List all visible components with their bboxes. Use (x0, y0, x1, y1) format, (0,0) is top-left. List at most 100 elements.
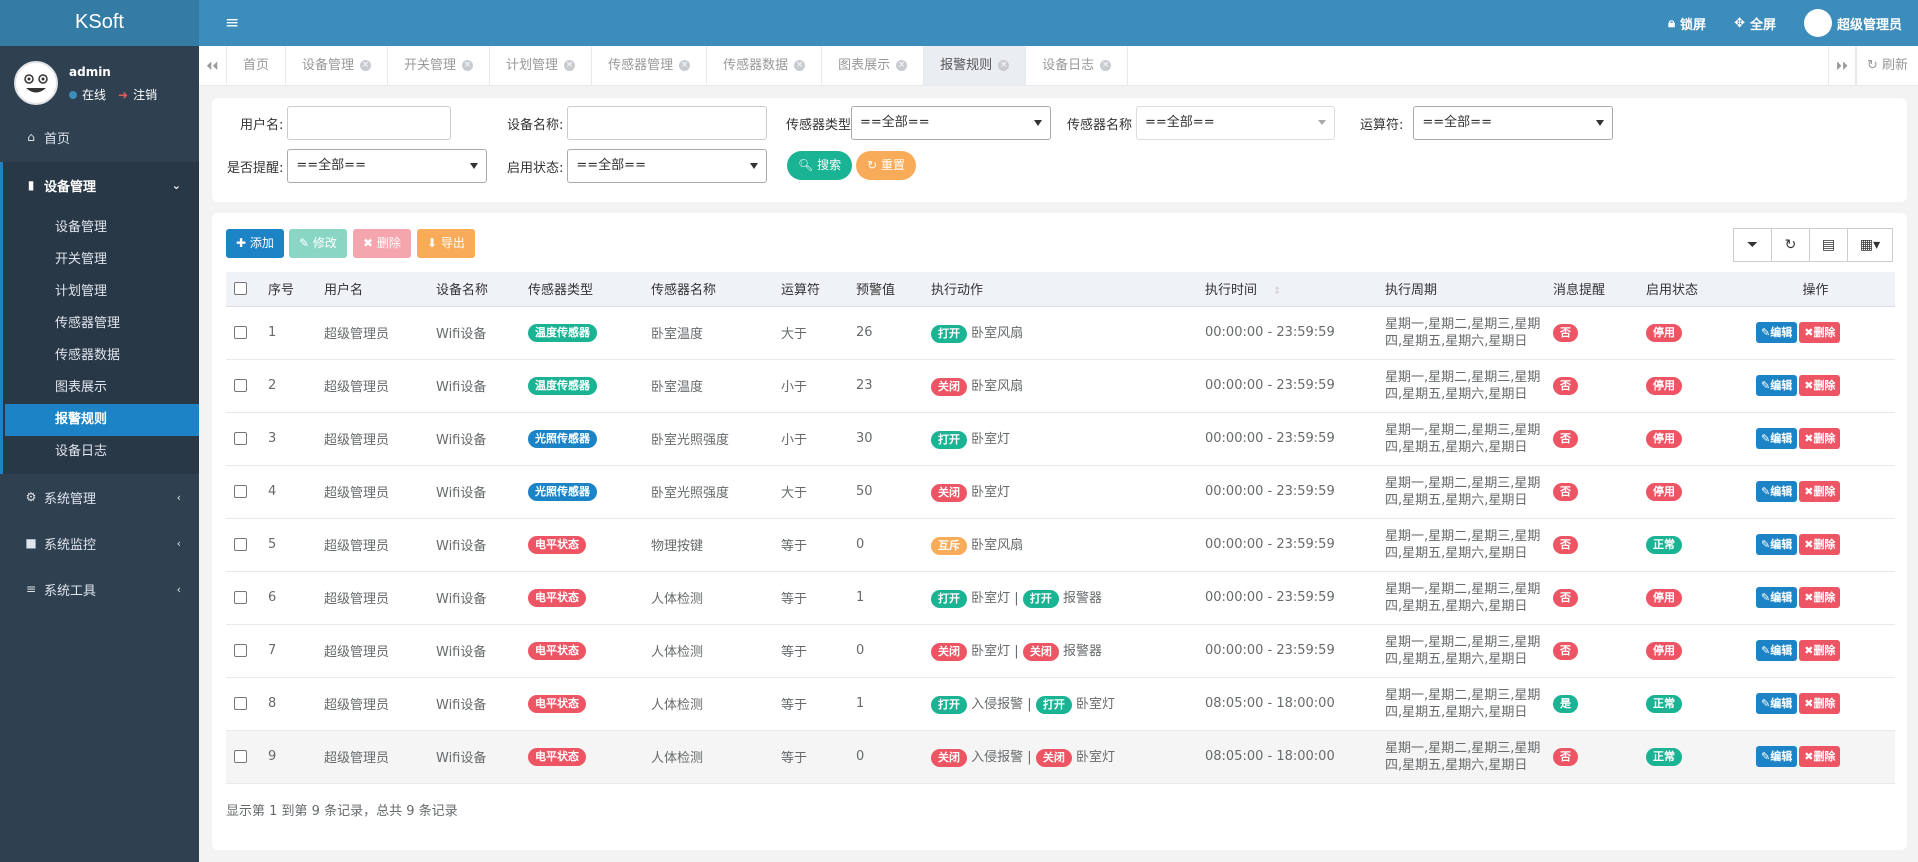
row-edit-button[interactable]: ✎编辑 (1756, 693, 1798, 714)
row-edit-button[interactable]: ✎编辑 (1756, 746, 1798, 767)
row-delete-button[interactable]: ✖删除 (1799, 322, 1841, 343)
tab-home[interactable]: 首页 (227, 46, 287, 85)
sub-item-switch[interactable]: 开关管理 (3, 244, 199, 276)
row-delete-button[interactable]: ✖删除 (1799, 640, 1841, 661)
sub-item-device[interactable]: 设备管理 (3, 212, 199, 244)
logout-link[interactable]: 注销 (133, 86, 157, 103)
sub-item-sensor-data[interactable]: 传感器数据 (3, 340, 199, 372)
tabs-scroll-right-icon[interactable]: ⏵⏵ (1827, 46, 1856, 85)
close-icon[interactable]: × (1100, 60, 1112, 71)
tab-switch[interactable]: 开关管理 × (388, 46, 491, 85)
row-delete-button[interactable]: ✖删除 (1799, 534, 1841, 555)
sensor-name-select[interactable]: ==全部== (1136, 106, 1336, 140)
table-row[interactable]: 2 超级管理员 Wifi设备 温度传感器 卧室温度 小于 23 关闭 卧室风扇 00:00:00… (226, 359, 1895, 413)
tabs-scroll-left-icon[interactable]: ⏴⏴ (199, 46, 227, 85)
row-checkbox[interactable] (234, 538, 247, 551)
tab-sensor[interactable]: 传感器管理 × (592, 46, 708, 85)
nav-sys-tools[interactable]: ≡ 系统工具 ‹ (0, 566, 199, 612)
avatar[interactable] (14, 61, 58, 105)
close-icon[interactable]: × (679, 60, 691, 71)
nav-sys-mgmt[interactable]: ⚙ 系统管理 ‹ (0, 474, 199, 520)
operator-select[interactable]: ==全部== (1413, 106, 1614, 140)
menu-toggle-icon[interactable]: ≡ (225, 13, 239, 33)
table-row[interactable]: 8 超级管理员 Wifi设备 电平状态 人体检测 等于 1 打开 入侵报警 | 打开 卧室灯 0… (226, 677, 1895, 731)
sub-item-sensor[interactable]: 传感器管理 (3, 308, 199, 340)
export-button[interactable]: ⬇ 导出 (417, 229, 475, 258)
row-checkbox[interactable] (234, 697, 247, 710)
row-delete-button[interactable]: ✖删除 (1799, 746, 1841, 767)
refresh-icon[interactable]: ↻ (1771, 228, 1810, 262)
add-button[interactable]: ✚ 添加 (226, 229, 284, 258)
table-row[interactable]: 9 超级管理员 Wifi设备 电平状态 人体检测 等于 0 关闭 入侵报警 | 关闭 卧室灯 0… (226, 730, 1895, 784)
row-checkbox[interactable] (234, 485, 247, 498)
row-checkbox[interactable] (234, 432, 247, 445)
tab-alarm-rules[interactable]: 报警规则 × (924, 46, 1027, 85)
edit-button[interactable]: ✎ 修改 (289, 229, 347, 258)
row-edit-button[interactable]: ✎编辑 (1756, 481, 1798, 502)
close-icon[interactable]: × (564, 60, 576, 71)
table-row[interactable]: 1 超级管理员 Wifi设备 温度传感器 卧室温度 大于 26 打开 卧室风扇 00:00:00… (226, 306, 1895, 360)
refresh-tab-button[interactable]: ↻ 刷新 (1855, 46, 1918, 85)
row-edit-button[interactable]: ✎编辑 (1756, 587, 1798, 608)
toggle-view-icon[interactable]: ▤ (1809, 228, 1848, 262)
lock-icon: 🔒︎ (1668, 15, 1676, 31)
columns-icon[interactable]: ▦▾ (1847, 228, 1893, 262)
row-checkbox[interactable] (234, 326, 247, 339)
username-input[interactable] (287, 106, 452, 140)
nav-home[interactable]: ⌂ 首页 (0, 114, 199, 160)
search-button[interactable]: 🔍︎ 搜索 (787, 151, 853, 180)
nav-sys-monitor[interactable]: ■ 系统监控 ‹ (0, 520, 199, 566)
user-menu[interactable]: 超级管理员 (1803, 9, 1902, 37)
select-all-checkbox[interactable] (234, 282, 247, 296)
sub-item-chart[interactable]: 图表展示 (3, 372, 199, 404)
row-edit-label: 编辑 (1770, 379, 1793, 392)
sub-item-alarm-rules[interactable]: 报警规则 (5, 404, 199, 436)
table-row[interactable]: 7 超级管理员 Wifi设备 电平状态 人体检测 等于 0 关闭 卧室灯 | 关闭 报警器 00… (226, 624, 1895, 678)
row-delete-button[interactable]: ✖删除 (1799, 481, 1841, 502)
sensor-type-select[interactable]: ==全部== (851, 106, 1052, 140)
row-edit-button[interactable]: ✎编辑 (1756, 534, 1798, 555)
delete-button[interactable]: ✖ 删除 (353, 229, 411, 258)
row-checkbox[interactable] (234, 644, 247, 657)
table-row[interactable]: 4 超级管理员 Wifi设备 光照传感器 卧室光照强度 大于 50 关闭 卧室灯 00:00:0… (226, 465, 1895, 519)
row-delete-button[interactable]: ✖删除 (1799, 375, 1841, 396)
app-logo[interactable]: KSoft (0, 0, 199, 46)
sort-icon[interactable]: ⇕ (1273, 286, 1281, 297)
close-icon[interactable]: × (360, 60, 372, 71)
reset-button[interactable]: ↻ 重置 (856, 151, 916, 180)
tab-sensor-data[interactable]: 传感器数据 × (707, 46, 823, 85)
row-edit-button[interactable]: ✎编辑 (1756, 428, 1798, 449)
row-checkbox[interactable] (234, 591, 247, 604)
close-icon[interactable]: × (998, 60, 1010, 71)
chevron-down-icon: ⌄ (171, 178, 181, 192)
row-delete-button[interactable]: ✖删除 (1799, 693, 1841, 714)
row-edit-button[interactable]: ✎编辑 (1756, 322, 1798, 343)
table-row[interactable]: 3 超级管理员 Wifi设备 光照传感器 卧室光照强度 小于 30 打开 卧室灯 00:00:0… (226, 412, 1895, 466)
enable-select[interactable]: ==全部== (567, 149, 768, 183)
col-time[interactable]: 执行时间 ⇕ (1197, 272, 1377, 307)
close-icon[interactable]: × (462, 60, 474, 71)
sub-item-plan[interactable]: 计划管理 (3, 276, 199, 308)
tab-plan[interactable]: 计划管理 × (490, 46, 593, 85)
table-row[interactable]: 6 超级管理员 Wifi设备 电平状态 人体检测 等于 1 打开 卧室灯 | 打开 报警器 00… (226, 571, 1895, 625)
filter-icon[interactable]: ⏷ (1733, 228, 1772, 262)
row-checkbox[interactable] (234, 379, 247, 392)
tab-device-log[interactable]: 设备日志 × (1026, 46, 1129, 85)
row-delete-button[interactable]: ✖删除 (1799, 428, 1841, 449)
row-checkbox[interactable] (234, 750, 247, 763)
nav-device-mgmt[interactable]: ▮ 设备管理 ⌄ (0, 162, 199, 208)
fullscreen-button[interactable]: ✥ 全屏 (1734, 14, 1776, 33)
lock-screen-button[interactable]: 🔒︎ 锁屏 (1668, 14, 1706, 33)
row-edit-button[interactable]: ✎编辑 (1756, 375, 1798, 396)
row-delete-button[interactable]: ✖删除 (1799, 587, 1841, 608)
tab-device[interactable]: 设备管理 × (286, 46, 389, 85)
row-edit-button[interactable]: ✎编辑 (1756, 640, 1798, 661)
device-name-input[interactable] (567, 106, 768, 140)
tab-chart[interactable]: 图表展示 × (822, 46, 925, 85)
close-icon[interactable]: × (896, 60, 908, 71)
sub-item-device-log[interactable]: 设备日志 (3, 436, 199, 468)
col-sensor-name: 传感器名称 (643, 272, 773, 307)
remind-select[interactable]: ==全部== (287, 149, 488, 183)
table-row[interactable]: 5 超级管理员 Wifi设备 电平状态 物理按键 等于 0 互斥 卧室风扇 00:00:00 -… (226, 518, 1895, 572)
close-icon[interactable]: × (794, 60, 806, 71)
